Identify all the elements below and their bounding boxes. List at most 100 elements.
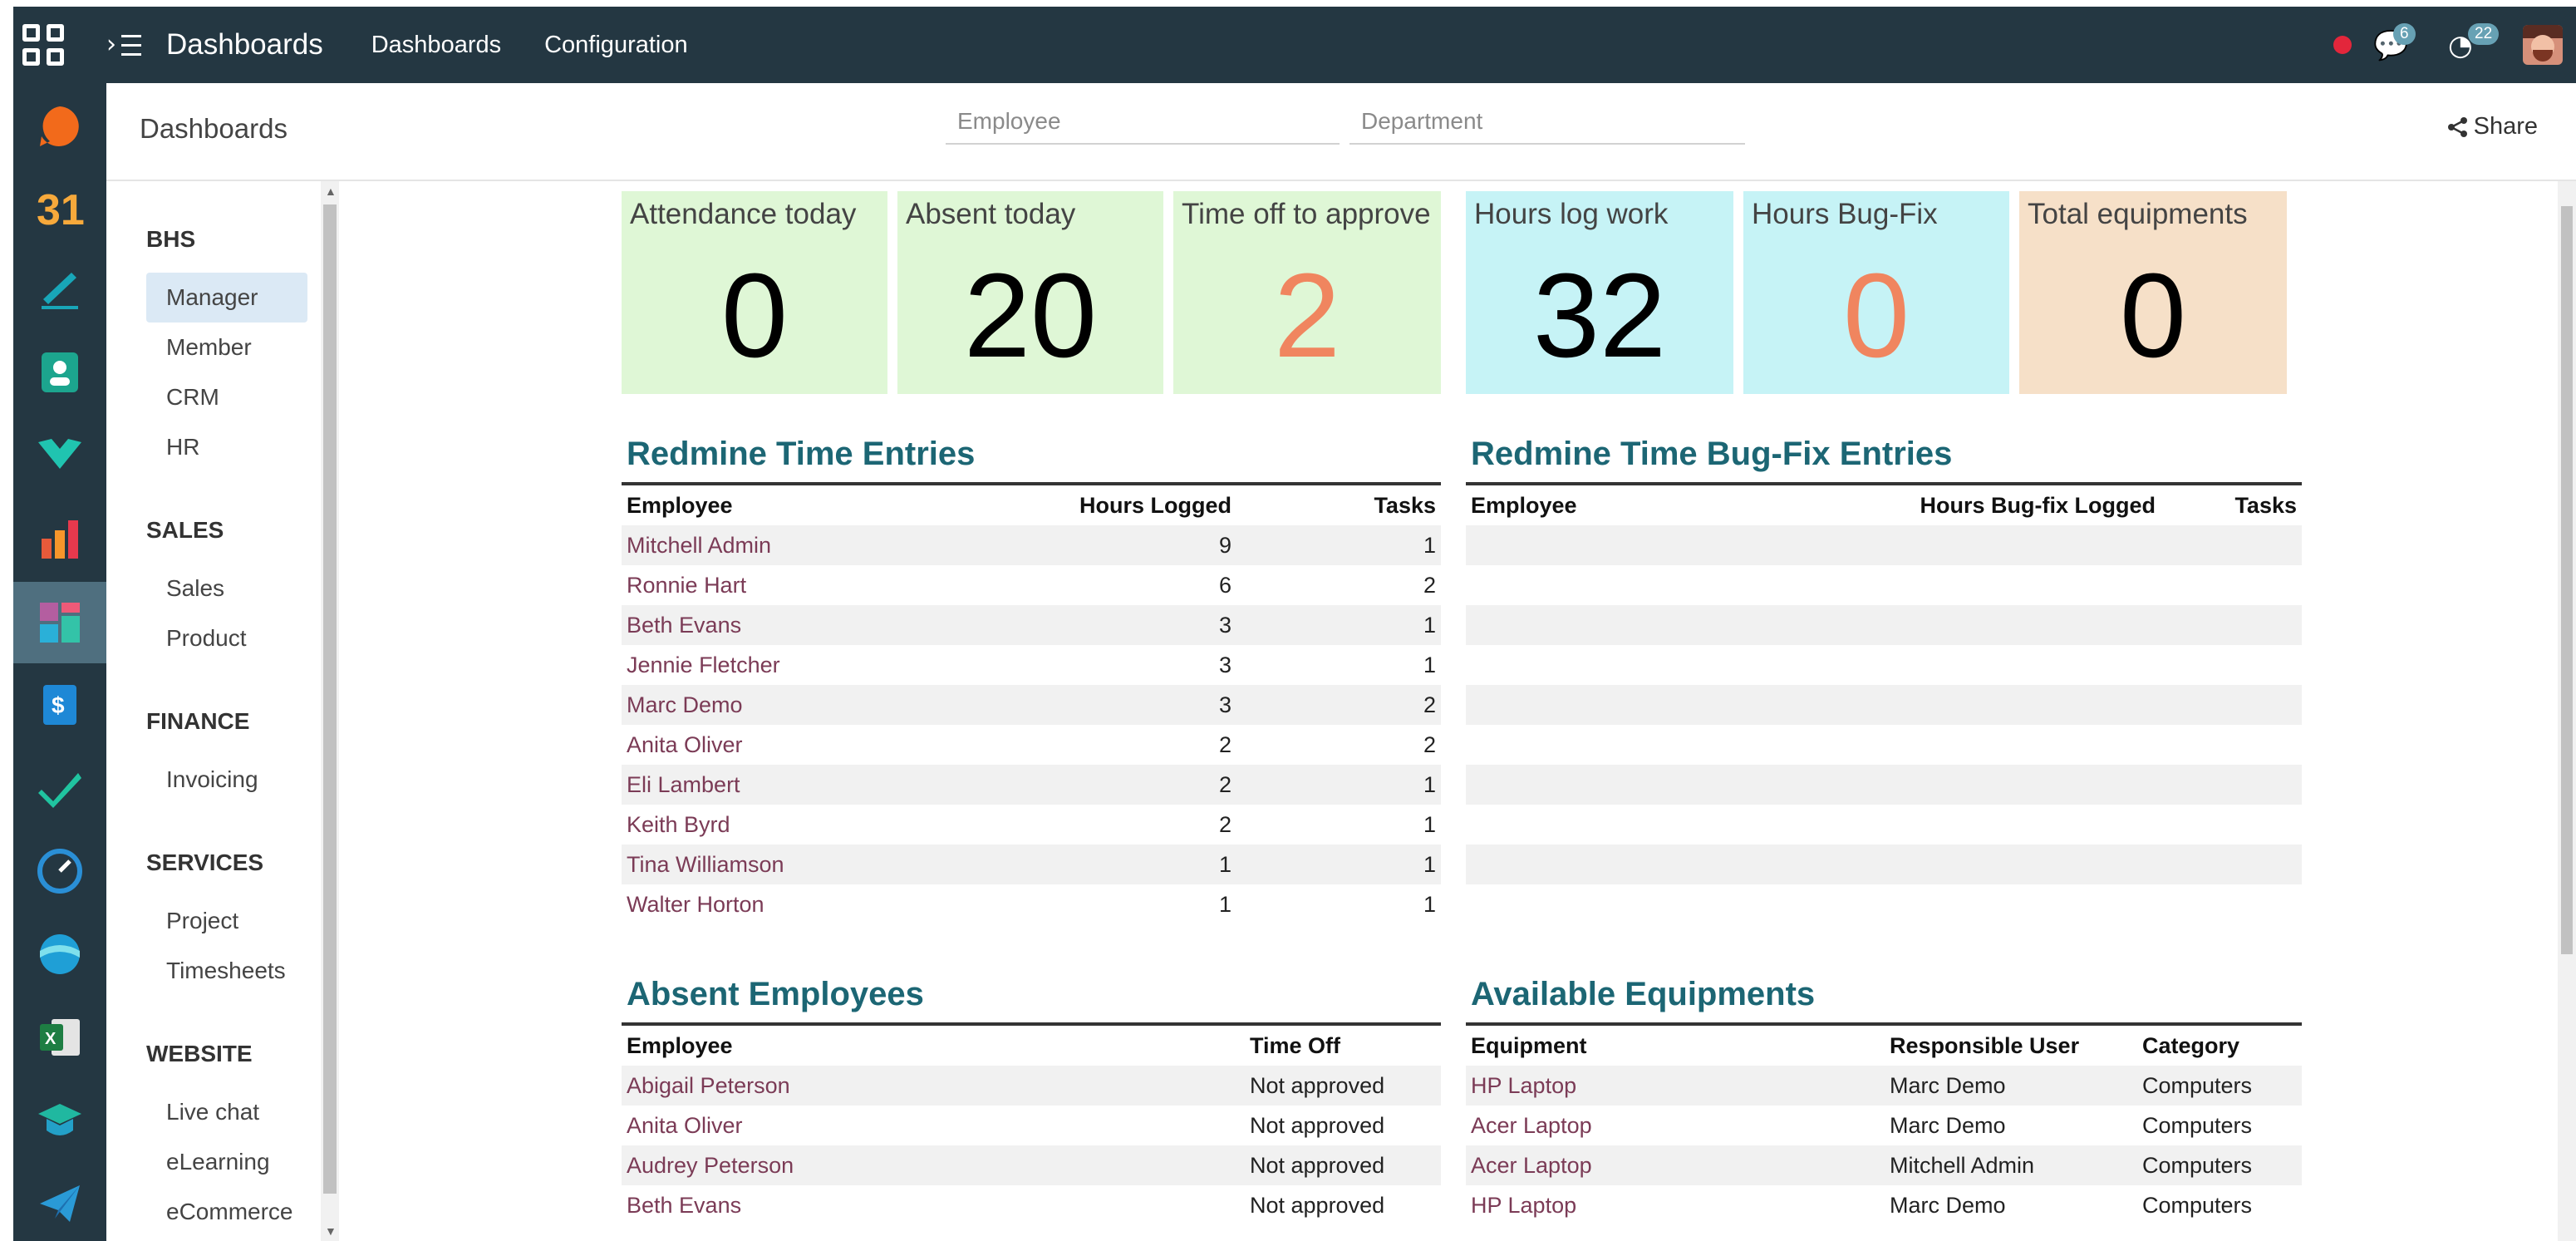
table-row[interactable]: Marc Demo 3 2 [622,685,1441,725]
menu-item-sales[interactable]: Sales [146,564,307,613]
col-time-off[interactable]: Time Off [1245,1033,1441,1059]
hours-logged-value: 1 [1218,851,1231,877]
equipment-link[interactable]: HP Laptop [1466,1073,1885,1099]
menu-item-hr[interactable]: HR [146,422,307,472]
employee-link[interactable]: Beth Evans [622,613,1037,638]
table-row[interactable]: Beth Evans Not approved [622,1185,1441,1225]
invoicing-app-icon[interactable]: $ [35,680,85,730]
employee-link[interactable]: Mitchell Admin [622,533,1037,559]
menu-item-ecommerce[interactable]: eCommerce [146,1187,307,1237]
employee-link[interactable]: Keith Byrd [622,812,1037,838]
kpi-hours-bug-fix[interactable]: Hours Bug-Fix 0 [1743,191,2009,394]
table-row[interactable]: Abigail Peterson Not approved [622,1066,1441,1106]
sign-app-icon[interactable] [35,264,85,314]
menu-toggle-icon[interactable]: › [106,30,143,60]
equipment-link[interactable]: Acer Laptop [1466,1153,1885,1179]
employee-link[interactable]: Ronnie Hart [622,573,1037,598]
spreadsheet-app-icon[interactable]: X [35,1012,85,1062]
kpi-hours-log-work[interactable]: Hours log work 32 [1466,191,1733,394]
col-hours-bugfix-logged[interactable]: Hours Bug-fix Logged [1881,493,2161,519]
crm-app-icon[interactable] [35,431,85,480]
menu-item-product[interactable]: Product [146,613,307,663]
col-category[interactable]: Category [2137,1033,2302,1059]
employee-link[interactable]: Audrey Peterson [622,1153,1245,1179]
table-row[interactable]: Audrey Peterson Not approved [622,1145,1441,1185]
table-row[interactable]: Eli Lambert 2 1 [622,765,1441,805]
table-row[interactable]: Walter Horton 1 1 [622,884,1441,924]
table-row[interactable]: HP Laptop Marc Demo Computers [1466,1185,2302,1225]
table-row [1466,725,2302,765]
website-app-icon[interactable] [35,929,85,979]
col-tasks[interactable]: Tasks [1236,493,1441,519]
employee-link[interactable]: Jennie Fletcher [622,653,1037,678]
col-tasks[interactable]: Tasks [2161,493,2302,519]
activities-button[interactable]: ◔ 22 [2448,23,2500,63]
col-employee[interactable]: Employee [622,1033,1245,1059]
menu-item-crm[interactable]: CRM [146,372,307,422]
menu-item-elearning[interactable]: eLearning [146,1137,307,1187]
calendar-app-icon[interactable]: 31 [35,183,85,233]
kpi-value: 0 [720,249,789,382]
menu-item-timesheets[interactable]: Timesheets [146,946,307,996]
menu-item-project[interactable]: Project [146,896,307,946]
col-equipment[interactable]: Equipment [1466,1033,1885,1059]
timesheets-app-icon[interactable] [35,846,85,896]
discuss-app-icon[interactable] [35,101,85,151]
employee-link[interactable]: Anita Oliver [622,1113,1245,1139]
table-row[interactable]: Jennie Fletcher 3 1 [622,645,1441,685]
col-hours-logged[interactable]: Hours Logged [1037,493,1236,519]
kpi-absent-today[interactable]: Absent today 20 [897,191,1163,394]
messages-button[interactable]: 💬 6 [2373,23,2420,63]
col-responsible-user[interactable]: Responsible User [1885,1033,2137,1059]
table-row[interactable]: Ronnie Hart 6 2 [622,565,1441,605]
kpi-time-off-to-approve[interactable]: Time off to approve 2 [1173,191,1441,394]
menu-item-invoicing[interactable]: Invoicing [146,755,307,805]
table-row[interactable]: Keith Byrd 2 1 [622,805,1441,845]
kpi-total-equipments[interactable]: Total equipments 0 [2019,191,2287,394]
table-row[interactable]: Anita Oliver Not approved [622,1106,1441,1145]
menu-item-manager[interactable]: Manager [146,273,307,323]
side-menu-scrollbar[interactable]: ▲ ▼ [321,181,339,1241]
equipment-link[interactable]: Acer Laptop [1466,1113,1885,1139]
project-app-icon[interactable] [35,763,85,813]
app-switcher-strip: 31 $ X [13,83,106,1241]
employee-filter-input[interactable]: Employee [946,101,1340,145]
app-brand[interactable]: Dashboards [166,28,323,62]
email-marketing-app-icon[interactable] [35,1179,85,1229]
status-dot-icon[interactable] [2333,36,2352,54]
dashboards-app-icon[interactable] [13,582,106,663]
table-row[interactable]: Beth Evans 3 1 [622,605,1441,645]
contacts-app-icon[interactable] [35,347,85,397]
col-employee[interactable]: Employee [1466,493,1881,519]
sales-app-icon[interactable] [35,514,85,564]
kpi-attendance-today[interactable]: Attendance today 0 [622,191,887,394]
user-avatar[interactable] [2523,25,2563,65]
employee-link[interactable]: Walter Horton [622,892,1037,918]
col-employee[interactable]: Employee [622,493,1037,519]
employee-link[interactable]: Tina Williamson [622,852,1037,878]
nav-configuration[interactable]: Configuration [544,32,688,59]
employee-link[interactable]: Abigail Peterson [622,1073,1245,1099]
table-row[interactable]: Mitchell Admin 9 1 [622,525,1441,565]
table-row[interactable]: Anita Oliver 2 2 [622,725,1441,765]
table-row[interactable]: HP Laptop Marc Demo Computers [1466,1066,2302,1106]
equipment-link[interactable]: HP Laptop [1466,1193,1885,1219]
menu-item-member[interactable]: Member [146,323,307,372]
breadcrumb[interactable]: Dashboards [140,113,288,145]
app-menu-button[interactable] [13,7,73,83]
main-scrollbar[interactable] [2558,181,2576,1241]
elearning-app-icon[interactable] [35,1096,85,1145]
grid-icon [22,24,64,66]
employee-link[interactable]: Anita Oliver [622,732,1037,758]
table-row[interactable]: Acer Laptop Marc Demo Computers [1466,1106,2302,1145]
table-row[interactable]: Tina Williamson 1 1 [622,845,1441,884]
responsible-user-value: Marc Demo [1890,1112,2006,1138]
employee-link[interactable]: Marc Demo [622,692,1037,718]
department-filter-input[interactable]: Department [1349,101,1745,145]
employee-link[interactable]: Eli Lambert [622,772,1037,798]
employee-link[interactable]: Beth Evans [622,1193,1245,1219]
nav-dashboards[interactable]: Dashboards [371,32,501,59]
table-row[interactable]: Acer Laptop Mitchell Admin Computers [1466,1145,2302,1185]
menu-item-live-chat[interactable]: Live chat [146,1087,307,1137]
share-button[interactable]: Share [2447,113,2538,140]
